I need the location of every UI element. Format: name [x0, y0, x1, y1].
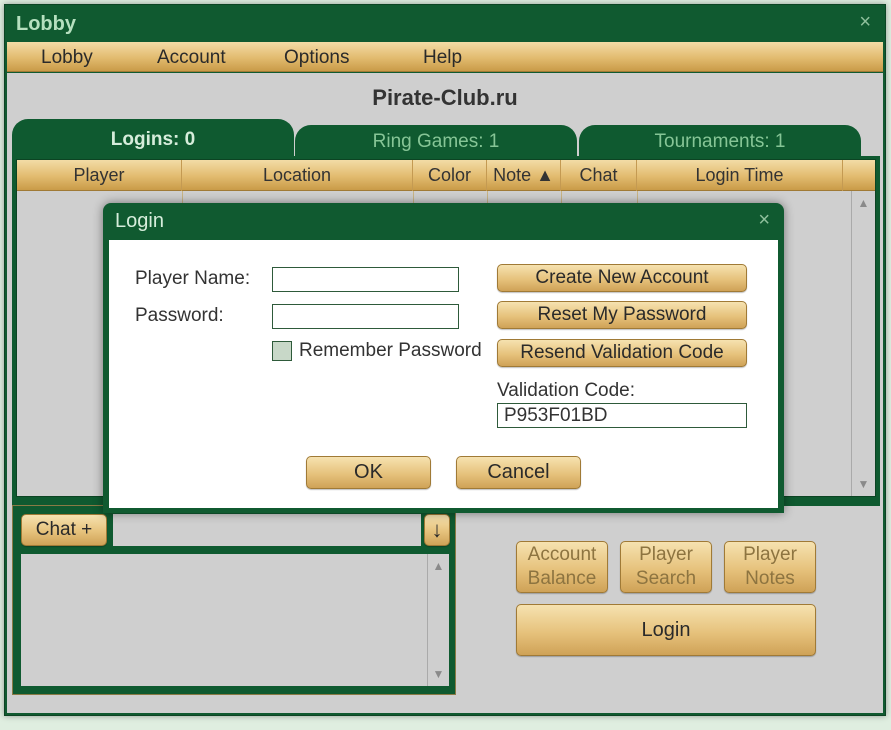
- login-button[interactable]: Login: [516, 604, 816, 656]
- remember-password-label: Remember Password: [299, 340, 482, 361]
- tab-ring-games[interactable]: Ring Games: 1: [295, 125, 577, 159]
- scroll-up-icon[interactable]: ▲: [428, 559, 449, 573]
- tab-ring-games-label: Ring Games: 1: [372, 131, 500, 152]
- player-notes-label: Player Notes: [743, 544, 797, 589]
- table-header: Player Location Color Note ▲ Chat Login …: [17, 160, 875, 191]
- scroll-down-icon[interactable]: ▼: [852, 477, 875, 491]
- player-notes-button[interactable]: Player Notes: [724, 541, 816, 593]
- login-dialog: Login × Player Name: Password: Remember …: [103, 203, 784, 513]
- account-balance-button[interactable]: Account Balance: [516, 541, 608, 593]
- cancel-button[interactable]: Cancel: [456, 456, 581, 489]
- menu-item-options[interactable]: Options: [284, 47, 349, 69]
- arrow-down-icon: ↓: [431, 517, 443, 542]
- column-header-chat[interactable]: Chat: [561, 160, 637, 191]
- menu-item-lobby[interactable]: Lobby: [41, 47, 93, 69]
- chat-plus-label: Chat +: [35, 519, 93, 540]
- resend-validation-code-label: Resend Validation Code: [520, 342, 724, 363]
- table-scrollbar[interactable]: ▲ ▼: [851, 191, 875, 496]
- cancel-button-label: Cancel: [487, 461, 550, 483]
- chat-scrollbar[interactable]: ▲ ▼: [427, 554, 449, 686]
- menu-item-account[interactable]: Account: [157, 47, 226, 69]
- reset-password-label: Reset My Password: [537, 304, 707, 325]
- chat-log: ▲ ▼: [21, 554, 449, 686]
- validation-code-label: Validation Code:: [497, 380, 636, 401]
- account-balance-label: Account Balance: [527, 544, 597, 589]
- tab-logins[interactable]: Logins: 0: [12, 119, 294, 161]
- column-header-location[interactable]: Location: [182, 160, 413, 191]
- create-new-account-label: Create New Account: [535, 267, 709, 288]
- dialog-close-icon[interactable]: ×: [758, 209, 770, 232]
- player-name-label: Player Name:: [135, 268, 251, 289]
- menu-item-help[interactable]: Help: [423, 47, 462, 69]
- scroll-down-icon[interactable]: ▼: [428, 667, 449, 681]
- password-input[interactable]: [272, 304, 459, 329]
- player-name-input[interactable]: [272, 267, 459, 292]
- resend-validation-code-button[interactable]: Resend Validation Code: [497, 339, 747, 367]
- password-label: Password:: [135, 305, 224, 326]
- lobby-close-icon[interactable]: ×: [859, 11, 871, 34]
- column-header-login-time[interactable]: Login Time: [637, 160, 843, 191]
- player-search-button[interactable]: Player Search: [620, 541, 712, 593]
- chat-plus-button[interactable]: Chat +: [21, 514, 107, 546]
- create-new-account-button[interactable]: Create New Account: [497, 264, 747, 292]
- site-title: Pirate-Club.ru: [372, 85, 518, 110]
- login-button-label: Login: [641, 618, 691, 641]
- tab-logins-label: Logins: 0: [110, 129, 196, 150]
- ok-button-label: OK: [354, 461, 383, 483]
- column-header-player[interactable]: Player: [17, 160, 182, 191]
- tab-tournaments[interactable]: Tournaments: 1: [579, 125, 861, 159]
- chat-input[interactable]: [113, 514, 421, 546]
- menu-bar: Lobby Account Options Help: [7, 42, 883, 72]
- chat-area: Chat + ↓ ▲ ▼: [12, 505, 456, 695]
- lobby-title: Lobby: [16, 13, 76, 35]
- reset-password-button[interactable]: Reset My Password: [497, 301, 747, 329]
- dialog-body: Player Name: Password: Remember Password…: [109, 240, 778, 508]
- player-search-label: Player Search: [635, 544, 697, 589]
- tab-tournaments-label: Tournaments: 1: [654, 131, 786, 152]
- column-header-color[interactable]: Color: [413, 160, 487, 191]
- chat-scroll-down-button[interactable]: ↓: [424, 514, 450, 546]
- remember-password-checkbox[interactable]: [272, 341, 292, 361]
- column-header-spacer: [843, 160, 875, 191]
- scroll-up-icon[interactable]: ▲: [852, 196, 875, 210]
- dialog-title: Login: [115, 210, 164, 232]
- validation-code-input[interactable]: [497, 403, 747, 428]
- column-header-note[interactable]: Note ▲: [487, 160, 561, 191]
- ok-button[interactable]: OK: [306, 456, 431, 489]
